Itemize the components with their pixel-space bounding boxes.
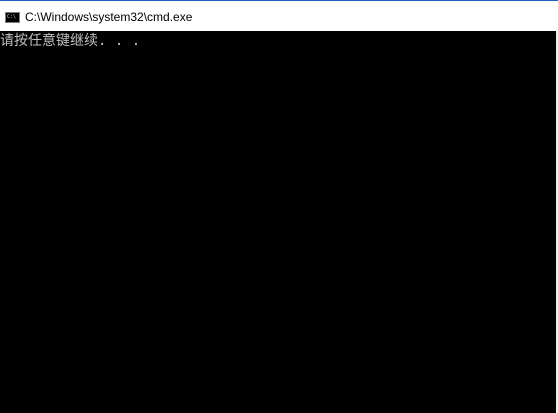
title-bar[interactable]: C:\ C:\Windows\system32\cmd.exe	[0, 0, 558, 31]
cmd-icon-glyph: C:\	[7, 14, 17, 20]
window-title: C:\Windows\system32\cmd.exe	[25, 10, 193, 24]
console-line: 请按任意键继续. . .	[0, 33, 141, 49]
console-output-area[interactable]: 请按任意键继续. . .	[0, 31, 558, 413]
cmd-console-icon[interactable]: C:\	[5, 12, 20, 23]
cmd-window: C:\ C:\Windows\system32\cmd.exe 请按任意键继续.…	[0, 0, 558, 413]
